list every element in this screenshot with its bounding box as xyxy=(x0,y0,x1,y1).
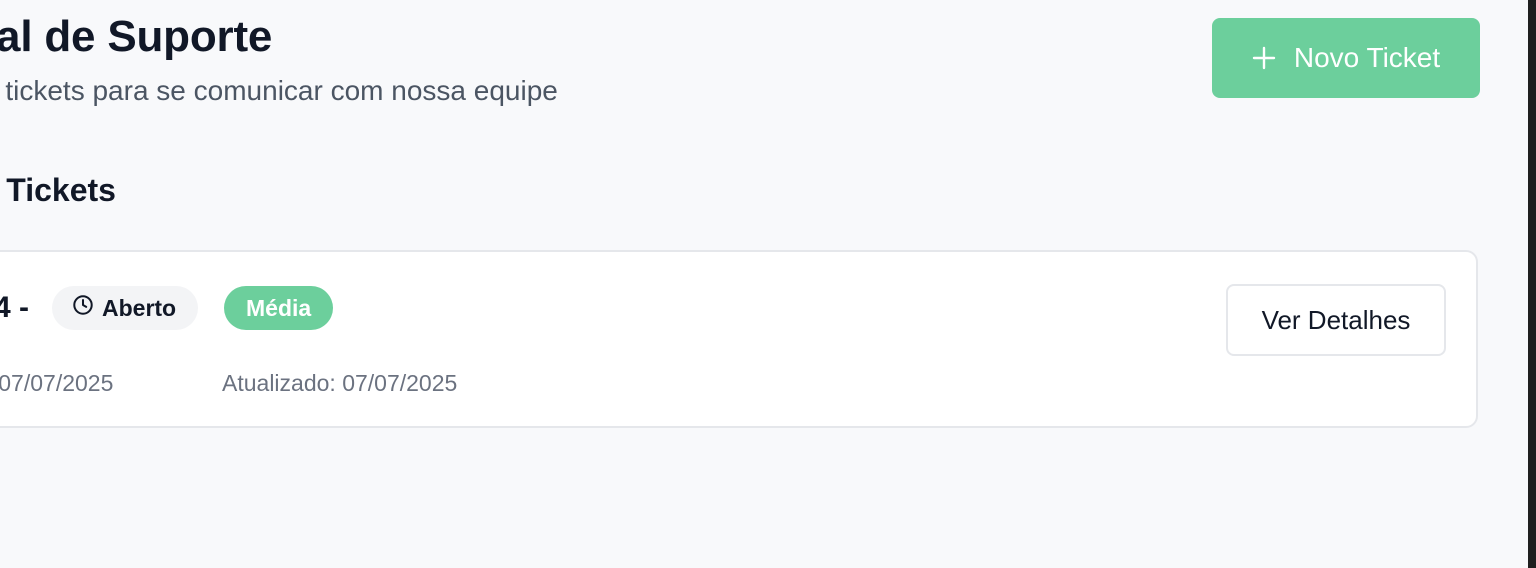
new-ticket-button[interactable]: Novo Ticket xyxy=(1212,18,1480,98)
status-label: Aberto xyxy=(102,294,177,321)
clock-icon xyxy=(72,294,94,322)
new-ticket-label: Novo Ticket xyxy=(1293,42,1441,73)
ticket-card: 4 - Aberto Média iado: 07/07/2025 Atuali… xyxy=(0,250,1478,428)
updated-date: Atualizado: 07/07/2025 xyxy=(222,370,458,396)
window-edge xyxy=(1528,0,1536,568)
page-title: ntral de Suporte xyxy=(0,12,273,61)
view-details-button[interactable]: Ver Detalhes xyxy=(1226,284,1446,356)
ticket-id: 4 - xyxy=(0,291,30,324)
plus-icon xyxy=(1252,46,1276,70)
created-date: iado: 07/07/2025 xyxy=(0,370,114,396)
page-subtitle: a tickets para se comunicar com nossa eq… xyxy=(0,75,558,106)
status-badge: Aberto xyxy=(52,286,199,330)
section-title: us Tickets xyxy=(0,172,116,208)
priority-badge: Média xyxy=(224,286,334,330)
